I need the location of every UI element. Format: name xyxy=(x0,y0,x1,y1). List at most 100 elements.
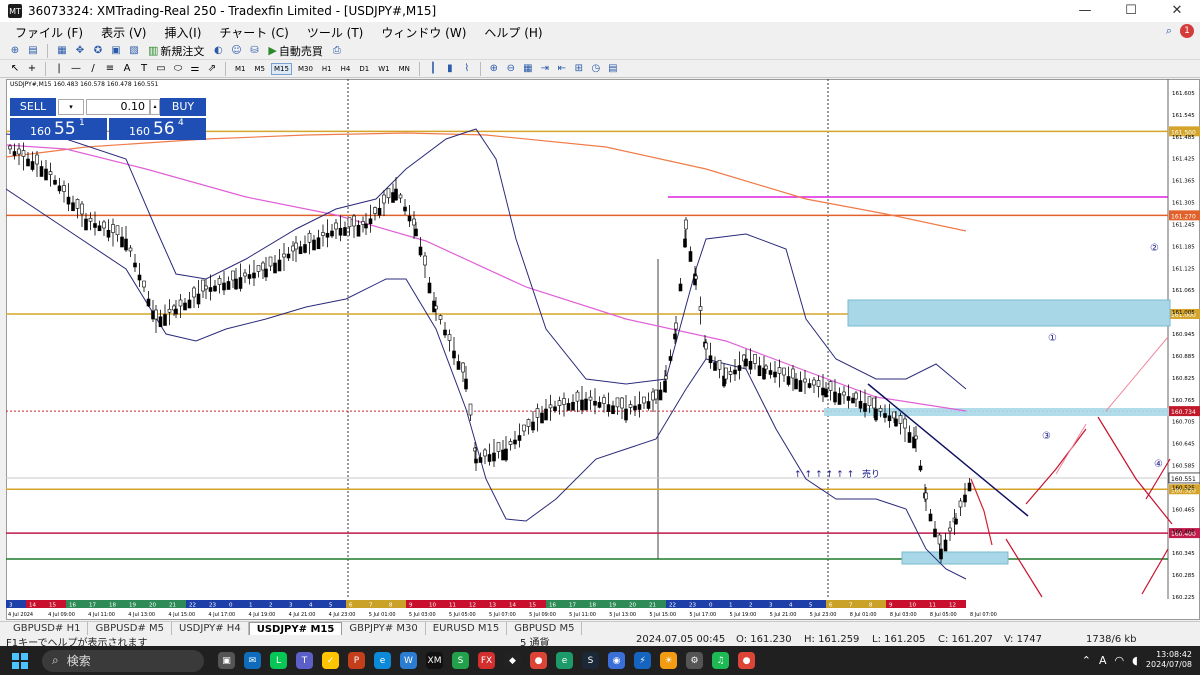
new-chart-icon[interactable]: ⊕ xyxy=(8,44,22,58)
periods-icon[interactable]: ◷ xyxy=(589,62,603,76)
spotify-icon[interactable]: ♫ xyxy=(712,652,729,669)
timeframe-mn[interactable]: MN xyxy=(396,63,413,75)
buy-button[interactable]: BUY xyxy=(160,98,206,116)
channel-icon[interactable]: ≡ xyxy=(103,62,117,76)
edge2-icon[interactable]: e xyxy=(556,652,573,669)
word-icon[interactable]: W xyxy=(400,652,417,669)
windows-start-icon[interactable] xyxy=(12,652,28,669)
templates-icon[interactable]: ▤ xyxy=(606,62,620,76)
arrow-tool-icon[interactable]: ⇗ xyxy=(205,62,219,76)
buy-price-box[interactable]: 160 56 4 xyxy=(109,118,206,140)
print-icon[interactable]: ⎙ xyxy=(330,44,344,58)
menu-file[interactable]: ファイル (F) xyxy=(6,24,92,41)
timeframe-d1[interactable]: D1 xyxy=(356,63,372,75)
menu-chart[interactable]: チャート (C) xyxy=(210,24,297,41)
chrome2-icon[interactable]: ● xyxy=(738,652,755,669)
chart-tab[interactable]: USDJPY# M15 xyxy=(248,622,343,635)
ellipse-icon[interactable]: ⬭ xyxy=(171,62,185,76)
autoscroll-icon[interactable]: ⇥ xyxy=(538,62,552,76)
mail-icon[interactable]: ✉ xyxy=(244,652,261,669)
timeframe-m5[interactable]: M5 xyxy=(252,63,269,75)
cursor-icon[interactable]: ↖ xyxy=(8,62,22,76)
edge-icon[interactable]: e xyxy=(374,652,391,669)
line-icon[interactable]: L xyxy=(270,652,287,669)
menu-window[interactable]: ウィンドウ (W) xyxy=(372,24,475,41)
menu-tools[interactable]: ツール (T) xyxy=(298,24,373,41)
close-button[interactable]: ✕ xyxy=(1154,0,1200,22)
tile-icon[interactable]: ▦ xyxy=(521,62,535,76)
taskbar-search[interactable]: ⌕ 検索 xyxy=(42,649,204,672)
s-app-icon[interactable]: S xyxy=(452,652,469,669)
notification-badge[interactable]: 1 xyxy=(1180,24,1194,38)
navigator-icon[interactable]: ✪ xyxy=(91,44,105,58)
chart-shift-icon[interactable]: ⇤ xyxy=(555,62,569,76)
volume-icon[interactable]: ◖ xyxy=(1132,654,1138,667)
market-watch-icon[interactable]: ▦ xyxy=(55,44,69,58)
weather-icon[interactable]: ☀ xyxy=(660,652,677,669)
timeframe-w1[interactable]: W1 xyxy=(375,63,392,75)
candle-body xyxy=(768,370,773,375)
maximize-button[interactable]: ☐ xyxy=(1108,0,1154,22)
vps-icon[interactable]: ⛁ xyxy=(247,44,261,58)
chart-tab[interactable]: GBPJPY# M30 xyxy=(342,622,426,635)
timeframe-h1[interactable]: H1 xyxy=(319,63,335,75)
keyboard-icon[interactable]: A xyxy=(1099,654,1107,667)
search-icon[interactable]: ⌕ xyxy=(1166,24,1172,38)
steam-icon[interactable]: S xyxy=(582,652,599,669)
minimize-button[interactable]: — xyxy=(1062,0,1108,22)
timeframe-m30[interactable]: M30 xyxy=(295,63,316,75)
session-bar-label: 12 xyxy=(469,603,476,609)
rectangle-icon[interactable]: ▭ xyxy=(154,62,168,76)
sell-price-box[interactable]: 160 55 1 xyxy=(10,118,107,140)
candle-chart-icon[interactable]: ▮ xyxy=(443,62,457,76)
settings-icon[interactable]: ⚙ xyxy=(686,652,703,669)
horizontal-line-icon[interactable]: — xyxy=(69,62,83,76)
task-view-icon[interactable]: ▣ xyxy=(218,652,235,669)
zoom-out-icon[interactable]: ⊖ xyxy=(504,62,518,76)
new-order-button[interactable]: ▥ 新規注文 xyxy=(145,43,207,59)
editor-icon[interactable]: ◐ xyxy=(211,44,225,58)
menu-insert[interactable]: 挿入(I) xyxy=(155,24,210,41)
chart-tab[interactable]: USDJPY# H4 xyxy=(172,622,249,635)
sell-button[interactable]: SELL xyxy=(10,98,56,116)
xm-icon[interactable]: XM xyxy=(426,652,443,669)
text-tool-icon[interactable]: A xyxy=(120,62,134,76)
line-chart-icon[interactable]: ⌇ xyxy=(460,62,474,76)
norton-icon[interactable]: ✓ xyxy=(322,652,339,669)
powerpoint-icon[interactable]: P xyxy=(348,652,365,669)
bar-chart-icon[interactable]: ┃ xyxy=(426,62,440,76)
timeframe-h4[interactable]: H4 xyxy=(338,63,354,75)
tester-icon[interactable]: ▧ xyxy=(127,44,141,58)
capcut-icon[interactable]: ◆ xyxy=(504,652,521,669)
zoom-in-icon[interactable]: ⊕ xyxy=(487,62,501,76)
indicators-icon[interactable]: ⊞ xyxy=(572,62,586,76)
price-chart[interactable]: 161.500161.270161.000160.520160.400160.7… xyxy=(6,79,1200,620)
clock[interactable]: 13:08:42 2024/07/08 xyxy=(1146,650,1192,670)
vertical-line-icon[interactable]: | xyxy=(52,62,66,76)
terminal-icon[interactable]: ▣ xyxy=(109,44,123,58)
trendline-icon[interactable]: / xyxy=(86,62,100,76)
status-high: H: 161.259 xyxy=(804,634,860,645)
chart-tab[interactable]: EURUSD M15 xyxy=(426,622,508,635)
profiles-icon[interactable]: ▤ xyxy=(26,44,40,58)
menu-help[interactable]: ヘルプ (H) xyxy=(475,24,551,41)
signals-icon[interactable]: ☺ xyxy=(229,44,243,58)
lot-stepper[interactable]: ▴ xyxy=(150,99,160,115)
wifi-icon[interactable]: ◠ xyxy=(1114,654,1124,667)
timeframe-m15[interactable]: M15 xyxy=(271,62,292,75)
fibo-icon[interactable]: ⚌ xyxy=(188,62,202,76)
crosshair-icon[interactable]: + xyxy=(25,62,39,76)
data-window-icon[interactable]: ✥ xyxy=(73,44,87,58)
auto-trading-button[interactable]: ▶ 自動売買 xyxy=(265,43,325,59)
chrome-icon[interactable]: ● xyxy=(530,652,547,669)
menu-view[interactable]: 表示 (V) xyxy=(92,24,155,41)
vpn-icon[interactable]: ⚡ xyxy=(634,652,651,669)
lot-size-input[interactable]: 0.10 xyxy=(86,99,150,115)
timeframe-m1[interactable]: M1 xyxy=(232,63,249,75)
label-tool-icon[interactable]: T xyxy=(137,62,151,76)
fx-app-icon[interactable]: FX xyxy=(478,652,495,669)
globe-icon[interactable]: ◉ xyxy=(608,652,625,669)
lot-dropdown[interactable]: ▾ xyxy=(58,99,84,115)
chevron-up-icon[interactable]: ⌃ xyxy=(1082,654,1091,667)
teams-icon[interactable]: T xyxy=(296,652,313,669)
